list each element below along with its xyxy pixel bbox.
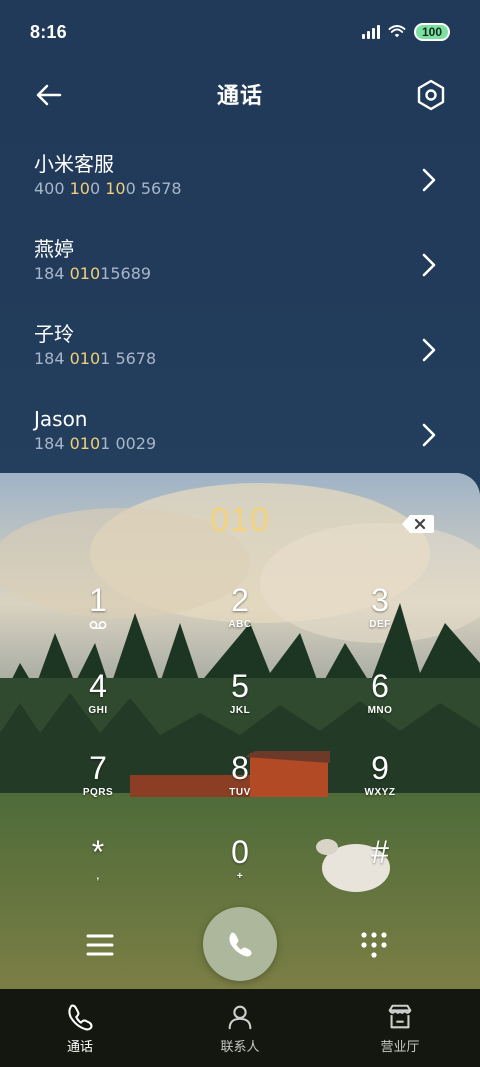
key-5[interactable]: 5 JKL xyxy=(180,669,300,749)
status-icons: 100 xyxy=(361,23,450,41)
result-name: 燕婷 xyxy=(34,237,74,261)
result-item[interactable]: 燕婷 184 01015689 xyxy=(0,225,480,310)
tab-contacts[interactable]: 联系人 xyxy=(160,1002,320,1055)
keypad-dots-icon[interactable] xyxy=(354,925,394,965)
result-number: 184 0101 5678 xyxy=(34,349,157,368)
result-item[interactable]: Jason 184 0101 0029 xyxy=(0,395,480,480)
key-0[interactable]: 0 + xyxy=(180,835,300,915)
phone-icon xyxy=(68,1004,93,1030)
result-name: 子玲 xyxy=(34,322,74,346)
result-item[interactable]: 子玲 184 0101 5678 xyxy=(0,310,480,395)
result-name: Jason xyxy=(34,407,88,431)
search-results: 小米客服 400 100 100 5678 燕婷 184 01015689 子玲… xyxy=(0,140,480,480)
voicemail-icon xyxy=(89,621,107,629)
tab-label: 通话 xyxy=(66,1039,93,1055)
battery-icon: 100 xyxy=(413,23,450,41)
bottom-tab-bar: 通话 联系人 营业厅 xyxy=(0,989,480,1067)
key-7[interactable]: 7 PQRS xyxy=(38,751,158,831)
phone-screen: 8:16 100 通话 小米客服 400 100 100 5678 燕婷 184… xyxy=(0,0,480,1067)
tab-service-hall[interactable]: 营业厅 xyxy=(320,1002,480,1055)
dialer-actions xyxy=(0,905,480,985)
chevron-right-icon[interactable] xyxy=(420,251,438,279)
tab-calls[interactable]: 通话 xyxy=(0,1002,160,1055)
key-3[interactable]: 3 DEF xyxy=(320,583,440,663)
store-icon xyxy=(388,1004,412,1028)
status-time: 8:16 xyxy=(30,21,67,42)
dialer-panel: 010 1 2 ABC 3 DEF 4 GHI 5 JKL 6 MNO 7 PQ… xyxy=(0,473,480,993)
tab-label: 联系人 xyxy=(220,1039,260,1055)
tab-label: 营业厅 xyxy=(380,1039,420,1055)
key-2[interactable]: 2 ABC xyxy=(180,583,300,663)
result-name: 小米客服 xyxy=(34,152,114,176)
key-4[interactable]: 4 GHI xyxy=(38,669,158,749)
call-button[interactable] xyxy=(203,907,277,981)
page-title: 通话 xyxy=(216,84,263,109)
chevron-right-icon[interactable] xyxy=(420,166,438,194)
menu-icon[interactable] xyxy=(80,925,120,965)
phone-icon xyxy=(229,932,252,957)
chevron-right-icon[interactable] xyxy=(420,336,438,364)
key-1[interactable]: 1 xyxy=(38,583,158,663)
wifi-icon xyxy=(388,25,406,38)
settings-hexagon-icon[interactable] xyxy=(414,78,448,112)
key-9[interactable]: 9 WXYZ xyxy=(320,751,440,831)
result-item[interactable]: 小米客服 400 100 100 5678 xyxy=(0,140,480,225)
person-icon xyxy=(228,1005,252,1029)
header: 通话 xyxy=(0,64,480,124)
key-8[interactable]: 8 TUV xyxy=(180,751,300,831)
key-6[interactable]: 6 MNO xyxy=(320,669,440,749)
key-star[interactable]: * , xyxy=(38,835,158,915)
status-bar: 8:16 100 xyxy=(0,0,480,64)
result-number: 400 100 100 5678 xyxy=(34,179,182,198)
key-hash[interactable]: # xyxy=(320,835,440,915)
chevron-right-icon[interactable] xyxy=(420,421,438,449)
result-number: 184 0101 0029 xyxy=(34,434,157,453)
result-number: 184 01015689 xyxy=(34,264,152,283)
signal-icon xyxy=(361,25,380,39)
backspace-icon[interactable] xyxy=(400,513,436,535)
